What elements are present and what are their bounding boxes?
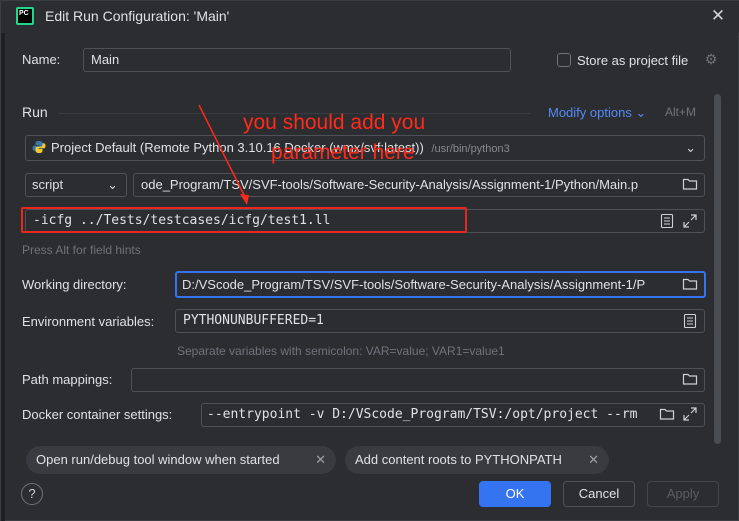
annotation-text-line2: parameter here <box>271 141 415 164</box>
annotation-text-line1: you should add you <box>243 111 426 134</box>
annotation-arrow-icon <box>198 104 249 205</box>
run-configuration-dialog: PC Edit Run Configuration: 'Main' ✕ Name… <box>0 0 739 521</box>
